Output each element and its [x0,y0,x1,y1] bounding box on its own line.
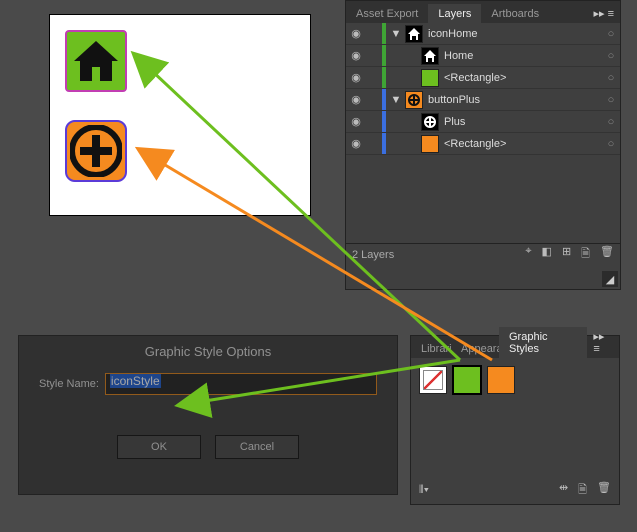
layer-count: 2 Layers [352,249,394,261]
layer-name[interactable]: <Rectangle> [442,138,602,150]
layer-row[interactable]: ◉ ▼ iconHome ○ [346,23,620,45]
visibility-toggle[interactable]: ◉ [346,137,366,150]
layer-name[interactable]: iconHome [426,28,602,40]
layer-row[interactable]: ◉ <Rectangle> ○ [346,133,620,155]
tab-artboards[interactable]: Artboards [481,4,549,23]
target-icon[interactable]: ○ [602,28,620,40]
layers-panel-footer: 2 Layers ⌖ ◧ ⊞ 🗎 🗑 [346,243,620,265]
layer-name[interactable]: Plus [442,116,602,128]
graphic-styles-swatches [411,358,619,402]
target-icon[interactable]: ○ [602,116,620,128]
layer-row[interactable]: ◉ <Rectangle> ○ [346,67,620,89]
graphic-style-iconstyle[interactable] [453,366,481,394]
new-style-icon[interactable]: 🗎 [578,481,587,500]
layers-list: ◉ ▼ iconHome ○ ◉ Home ○ ◉ <Rectangle> ○ … [346,23,620,155]
layer-thumb [421,135,439,153]
visibility-toggle[interactable]: ◉ [346,115,366,128]
graphic-style-options-dialog: Graphic Style Options Style Name: iconSt… [18,335,398,495]
panel-tab-bar: Libraries Appearance Graphic Styles ▸▸ ≡ [411,336,619,358]
graphic-styles-footer: ⫴▾ ⇹ 🗎 🗑 [411,481,619,500]
visibility-toggle[interactable]: ◉ [346,49,366,62]
home-icon [72,37,120,85]
layer-row[interactable]: ◉ Plus ○ [346,111,620,133]
cancel-button[interactable]: Cancel [215,435,299,459]
twisty-icon[interactable]: ▼ [390,28,402,40]
ok-button[interactable]: OK [117,435,201,459]
delete-style-icon[interactable]: 🗑 [597,481,611,500]
panel-menu-icon[interactable]: ▸▸ ≡ [587,327,619,358]
new-sublayer-icon[interactable]: ⊞ [562,245,571,264]
tab-libraries[interactable]: Libraries [411,339,451,358]
visibility-toggle[interactable]: ◉ [346,71,366,84]
style-name-label: Style Name: [39,378,99,390]
panel-resize-corner[interactable]: ◢ [602,271,618,287]
layer-name[interactable]: <Rectangle> [442,72,602,84]
style-name-input[interactable]: iconStyle [105,373,377,395]
graphic-style-orange[interactable] [487,366,515,394]
layer-name[interactable]: buttonPlus [426,94,602,106]
layer-thumb [421,113,439,131]
panel-menu-icon[interactable]: ▸▸ ≡ [587,4,620,23]
tab-appearance[interactable]: Appearance [451,339,499,358]
layers-panel: Asset Export Layers Artboards ▸▸ ≡ ◉ ▼ i… [345,0,621,290]
visibility-toggle[interactable]: ◉ [346,27,366,40]
dialog-title: Graphic Style Options [19,336,397,373]
twisty-icon[interactable]: ▼ [390,94,402,106]
make-clipping-mask-icon[interactable]: ◧ [542,245,552,264]
icon-plus-art[interactable] [65,120,127,182]
artboard-canvas [50,15,310,215]
layer-thumb [421,47,439,65]
break-link-icon[interactable]: ⇹ [559,481,568,500]
layer-row[interactable]: ◉ ▼ buttonPlus ○ [346,89,620,111]
plus-circle-icon [70,125,122,177]
layer-thumb [421,69,439,87]
tab-layers[interactable]: Layers [428,4,481,23]
tab-graphic-styles[interactable]: Graphic Styles [499,327,587,358]
graphic-style-default[interactable] [419,366,447,394]
layer-row[interactable]: ◉ Home ○ [346,45,620,67]
panel-tab-bar: Asset Export Layers Artboards ▸▸ ≡ [346,1,620,23]
visibility-toggle[interactable]: ◉ [346,93,366,106]
target-icon[interactable]: ○ [602,72,620,84]
layer-name[interactable]: Home [442,50,602,62]
icon-home-art[interactable] [65,30,127,92]
layer-thumb [405,91,423,109]
target-icon[interactable]: ○ [602,138,620,150]
tab-asset-export[interactable]: Asset Export [346,4,428,23]
layer-thumb [405,25,423,43]
locate-object-icon[interactable]: ⌖ [525,245,531,264]
delete-layer-icon[interactable]: 🗑 [600,245,614,264]
target-icon[interactable]: ○ [602,50,620,62]
target-icon[interactable]: ○ [602,94,620,106]
styles-library-menu-icon[interactable]: ⫴▾ [419,484,429,497]
new-layer-icon[interactable]: 🗎 [581,245,590,264]
graphic-styles-panel: Libraries Appearance Graphic Styles ▸▸ ≡… [410,335,620,505]
